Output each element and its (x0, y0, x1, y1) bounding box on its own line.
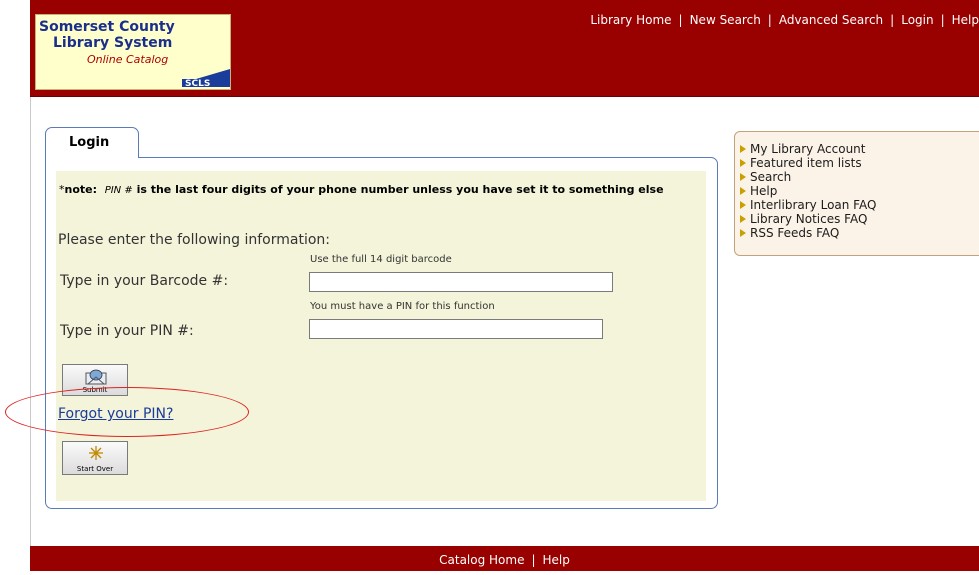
header-left-gap (0, 0, 30, 96)
sparkle-icon (89, 446, 103, 460)
sidebar-item-label: RSS Feeds FAQ (750, 226, 840, 240)
note-pin: PIN # (104, 185, 133, 196)
bullet-arrow-icon (740, 173, 746, 181)
sidebar-item-help[interactable]: Help (740, 184, 876, 198)
form-intro: Please enter the following information: (58, 232, 331, 248)
top-navigation: Library Home | New Search | Advanced Search |… (590, 13, 979, 27)
bullet-arrow-icon (740, 187, 746, 195)
sidebar-item-label: Interlibrary Loan FAQ (750, 198, 877, 212)
library-logo[interactable]: Somerset County Library System Online Ca… (35, 14, 231, 90)
quick-links-list: My Library Account Featured item lists S… (740, 142, 876, 240)
start-over-button[interactable]: Start Over (62, 441, 128, 475)
bullet-arrow-icon (740, 229, 746, 237)
barcode-input[interactable] (309, 272, 613, 292)
nav-advanced-search[interactable]: Advanced Search (779, 13, 883, 27)
nav-separator: | (890, 13, 895, 27)
logo-line-2: Library System (53, 35, 173, 51)
submit-button-label: Submit (82, 386, 108, 394)
sidebar-item-label: Library Notices FAQ (750, 212, 868, 226)
sidebar-item-featured-item-lists[interactable]: Featured item lists (740, 156, 876, 170)
scls-mark-text: SCLS (185, 79, 210, 87)
note-prefix: note: (64, 183, 98, 196)
footer-help[interactable]: Help (543, 553, 570, 567)
sidebar-item-label: Search (750, 170, 792, 184)
tab-login-label: Login (69, 135, 110, 150)
pin-label: Type in your PIN #: (60, 323, 194, 339)
submit-button[interactable]: Submit (62, 364, 128, 396)
scls-logo-mark: SCLS (182, 69, 230, 87)
bullet-arrow-icon (740, 215, 746, 223)
quick-links-box: My Library Account Featured item lists S… (734, 131, 979, 256)
sidebar-item-library-notices-faq[interactable]: Library Notices FAQ (740, 212, 876, 226)
sidebar-item-rss-feeds-faq[interactable]: RSS Feeds FAQ (740, 226, 876, 240)
sidebar-item-label: Featured item lists (750, 156, 862, 170)
logo-line-3: Online Catalog (87, 53, 169, 66)
footer-catalog-home[interactable]: Catalog Home (439, 553, 524, 567)
sidebar-item-search[interactable]: Search (740, 170, 876, 184)
sidebar-item-label: My Library Account (750, 142, 866, 156)
start-over-button-label: Start Over (76, 465, 114, 473)
sidebar-item-label: Help (750, 184, 778, 198)
nav-new-search[interactable]: New Search (690, 13, 761, 27)
sidebar-item-interlibrary-loan-faq[interactable]: Interlibrary Loan FAQ (740, 198, 876, 212)
nav-library-home[interactable]: Library Home (590, 13, 671, 27)
site-footer: Catalog Home | Help (30, 546, 979, 571)
barcode-label: Type in your Barcode #: (60, 273, 229, 289)
footer-separator: | (531, 553, 536, 567)
tab-login[interactable]: Login (45, 127, 139, 158)
nav-separator: | (767, 13, 772, 27)
sidebar-item-my-library-account[interactable]: My Library Account (740, 142, 876, 156)
logo-line-1: Somerset County (39, 19, 175, 35)
barcode-hint: Use the full 14 digit barcode (310, 254, 452, 265)
pin-hint: You must have a PIN for this function (310, 301, 495, 312)
bullet-arrow-icon (740, 159, 746, 167)
nav-login[interactable]: Login (901, 13, 933, 27)
nav-separator: | (940, 13, 945, 27)
pin-note: *note: PIN # is the last four digits of … (59, 183, 704, 198)
nav-help[interactable]: Help (952, 13, 979, 27)
bullet-arrow-icon (740, 201, 746, 209)
bullet-arrow-icon (740, 145, 746, 153)
nav-separator: | (678, 13, 683, 27)
forgot-pin-link[interactable]: Forgot your PIN? (58, 406, 173, 422)
submit-icon (85, 369, 107, 385)
note-text: is the last four digits of your phone nu… (136, 183, 664, 196)
pin-input[interactable] (309, 319, 603, 339)
